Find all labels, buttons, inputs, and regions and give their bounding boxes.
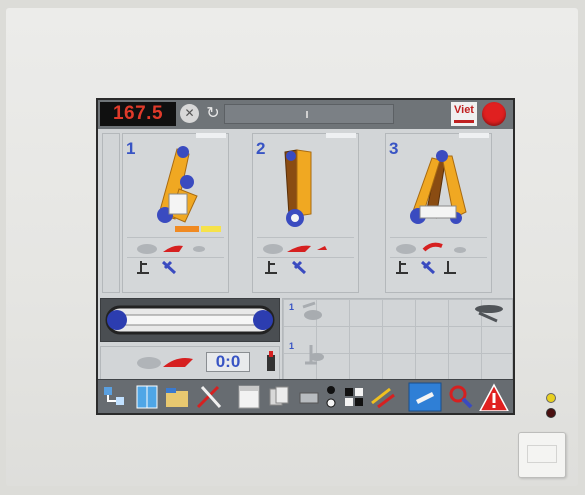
station-action-row (257, 257, 354, 277)
station-action-row (390, 257, 487, 277)
logo-underline (454, 120, 474, 123)
conveyor-gripper-icon[interactable] (101, 347, 279, 379)
bottom-toolbar (98, 379, 513, 413)
network-icon[interactable] (102, 383, 128, 411)
station-tool-row (127, 237, 224, 257)
top-bar: 167.5 ✕ ↻ Viet (98, 100, 513, 129)
gripper-icon[interactable] (390, 238, 487, 257)
lift-icon[interactable] (257, 258, 354, 277)
window-icon[interactable] (236, 383, 264, 411)
station-1[interactable]: 1 (122, 133, 229, 293)
position-grid[interactable]: 1 1 (282, 298, 513, 380)
book-icon[interactable] (134, 383, 160, 411)
grid-icon[interactable] (340, 383, 368, 411)
refresh-icon[interactable]: ↻ (204, 104, 222, 124)
status-field (224, 104, 394, 124)
conveyor-belt-icon (105, 305, 275, 335)
warning-triangle-icon[interactable] (478, 383, 510, 411)
gripper-icon[interactable] (257, 238, 354, 257)
copy-icon[interactable] (266, 383, 294, 411)
conveyor-display[interactable] (100, 298, 280, 342)
parts-icon[interactable] (296, 383, 322, 411)
gripper-icon[interactable] (127, 238, 224, 257)
machine-panel: 167.5 ✕ ↻ Viet 1 2 3 0:0 1 1 (6, 8, 578, 486)
brand-logo: Viet (451, 102, 477, 126)
side-push-button[interactable] (518, 432, 566, 478)
conveyor-counter: 0:0 (206, 352, 250, 372)
grid-tool-icons (302, 301, 503, 365)
search-icon[interactable] (446, 383, 474, 411)
lift-icon[interactable] (127, 258, 224, 277)
station-action-row (127, 257, 224, 277)
station-3[interactable]: 3 (385, 133, 492, 293)
station-tool-row (257, 237, 354, 257)
emergency-stop-icon[interactable] (482, 102, 506, 126)
io-icon[interactable] (322, 383, 340, 411)
cycle-counter: 167.5 (100, 102, 176, 126)
indicator-led-yellow (546, 393, 556, 403)
conveyor-control-row (100, 346, 280, 380)
status-indicator (306, 111, 308, 118)
hmi-screen: 167.5 ✕ ↻ Viet 1 2 3 0:0 1 1 (96, 98, 515, 415)
station-tool-row (390, 237, 487, 257)
close-circle-icon[interactable]: ✕ (180, 104, 199, 123)
folder-icon[interactable] (164, 383, 190, 411)
indicator-led-red (546, 408, 556, 418)
lift-icon[interactable] (390, 258, 487, 277)
station-2[interactable]: 2 (252, 133, 359, 293)
tools-icon[interactable] (194, 383, 224, 411)
pencil-icon[interactable] (368, 383, 398, 411)
teach-button[interactable] (408, 382, 442, 412)
left-panel-strip (102, 133, 120, 293)
button-label-plate (527, 445, 557, 463)
brand-logo-text: Viet (454, 104, 474, 116)
